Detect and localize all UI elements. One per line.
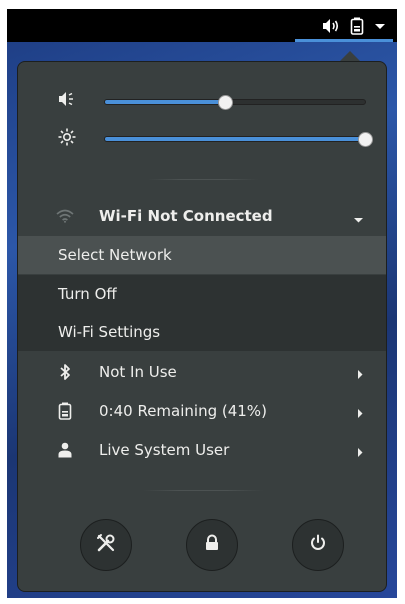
- separator: [148, 179, 258, 180]
- volume-slider-fill: [105, 100, 225, 104]
- popover-arrow: [340, 51, 360, 61]
- user-menu-item[interactable]: Live System User: [18, 431, 386, 469]
- speaker-low-icon: [57, 91, 77, 111]
- brightness-slider-fill: [105, 137, 365, 141]
- select-network-label: Select Network: [58, 246, 172, 264]
- system-tray[interactable]: [317, 9, 391, 42]
- settings-button[interactable]: [80, 519, 132, 571]
- lock-icon: [204, 534, 220, 556]
- wifi-label: Wi-Fi Not Connected: [99, 207, 273, 225]
- wifi-settings-label: Wi-Fi Settings: [58, 323, 161, 341]
- wifi-icon: [55, 206, 75, 226]
- user-icon: [55, 440, 75, 460]
- active-indicator: [295, 39, 393, 42]
- wifi-menu-item[interactable]: Wi-Fi Not Connected: [18, 197, 386, 235]
- power-button[interactable]: [292, 519, 344, 571]
- chevron-right-icon: [356, 444, 364, 462]
- wifi-settings-item[interactable]: Wi-Fi Settings: [18, 313, 386, 351]
- volume-slider[interactable]: [104, 95, 366, 110]
- turn-off-item[interactable]: Turn Off: [18, 275, 386, 313]
- battery-menu-item[interactable]: 0:40 Remaining (41%): [18, 392, 386, 430]
- battery-icon[interactable]: [345, 9, 369, 42]
- power-icon: [309, 534, 327, 556]
- volume-slider-row: [18, 89, 388, 113]
- chevron-right-icon: [356, 366, 364, 384]
- system-menu: Wi-Fi Not Connected Select Network Turn …: [17, 61, 387, 592]
- bluetooth-label: Not In Use: [99, 363, 177, 381]
- turn-off-label: Turn Off: [58, 285, 117, 303]
- brightness-slider[interactable]: [104, 132, 373, 147]
- chevron-down-icon: [353, 210, 364, 228]
- battery-icon: [55, 401, 75, 421]
- chevron-right-icon: [356, 405, 364, 423]
- bluetooth-menu-item[interactable]: Not In Use: [18, 353, 386, 391]
- settings-tools-icon: [96, 533, 116, 557]
- brightness-slider-row: [18, 126, 388, 150]
- lock-button[interactable]: [186, 519, 238, 571]
- volume-slider-handle[interactable]: [217, 95, 233, 110]
- speaker-volume-icon[interactable]: [317, 9, 345, 42]
- battery-label: 0:40 Remaining (41%): [99, 402, 267, 420]
- dropdown-arrow-icon[interactable]: [369, 9, 391, 42]
- top-bar: [7, 9, 397, 42]
- user-label: Live System User: [99, 441, 230, 459]
- select-network-item[interactable]: Select Network: [18, 236, 386, 274]
- bluetooth-icon: [55, 362, 75, 382]
- brightness-sun-icon: [57, 128, 77, 148]
- separator: [143, 490, 263, 491]
- brightness-slider-handle[interactable]: [358, 132, 373, 147]
